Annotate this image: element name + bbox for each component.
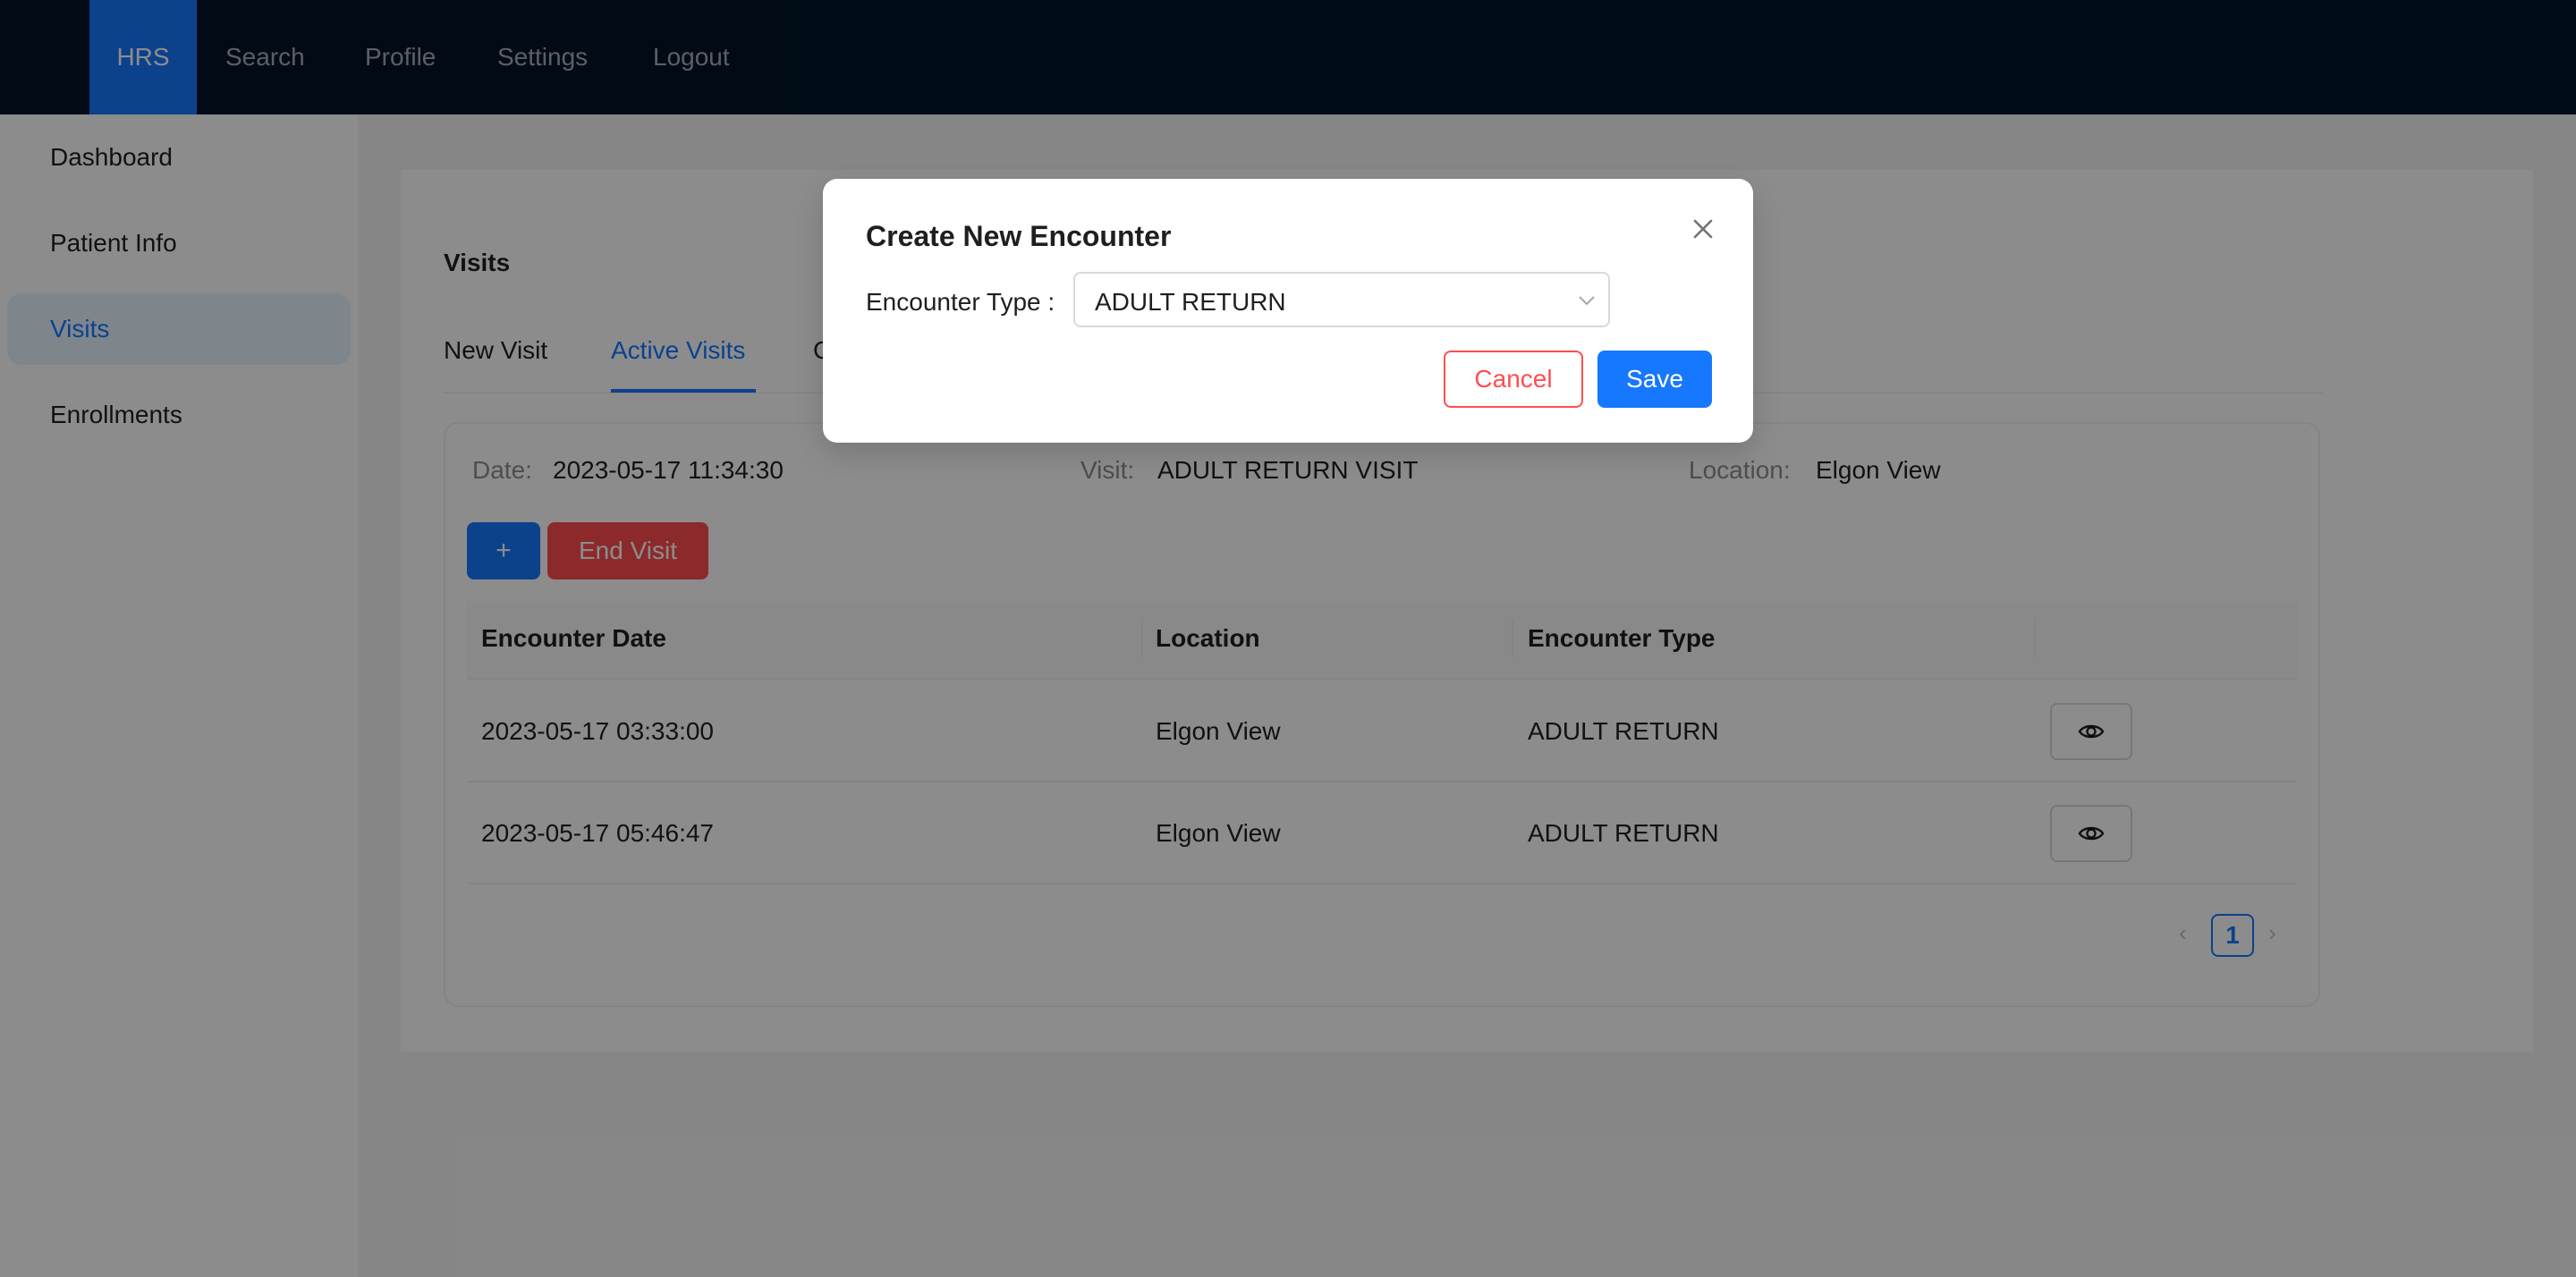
cancel-button[interactable]: Cancel (1444, 351, 1583, 408)
create-encounter-modal: Create New Encounter Encounter Type : AD… (823, 179, 1753, 443)
encounter-type-label: Encounter Type : (866, 288, 1055, 316)
save-button[interactable]: Save (1597, 351, 1712, 408)
encounter-type-selected-value: ADULT RETURN (1095, 288, 1286, 316)
close-button[interactable] (1685, 211, 1721, 247)
close-icon (1693, 219, 1713, 239)
chevron-down-icon (1579, 296, 1595, 306)
modal-title: Create New Encounter (866, 220, 1172, 252)
encounter-type-select[interactable]: ADULT RETURN (1073, 272, 1610, 327)
